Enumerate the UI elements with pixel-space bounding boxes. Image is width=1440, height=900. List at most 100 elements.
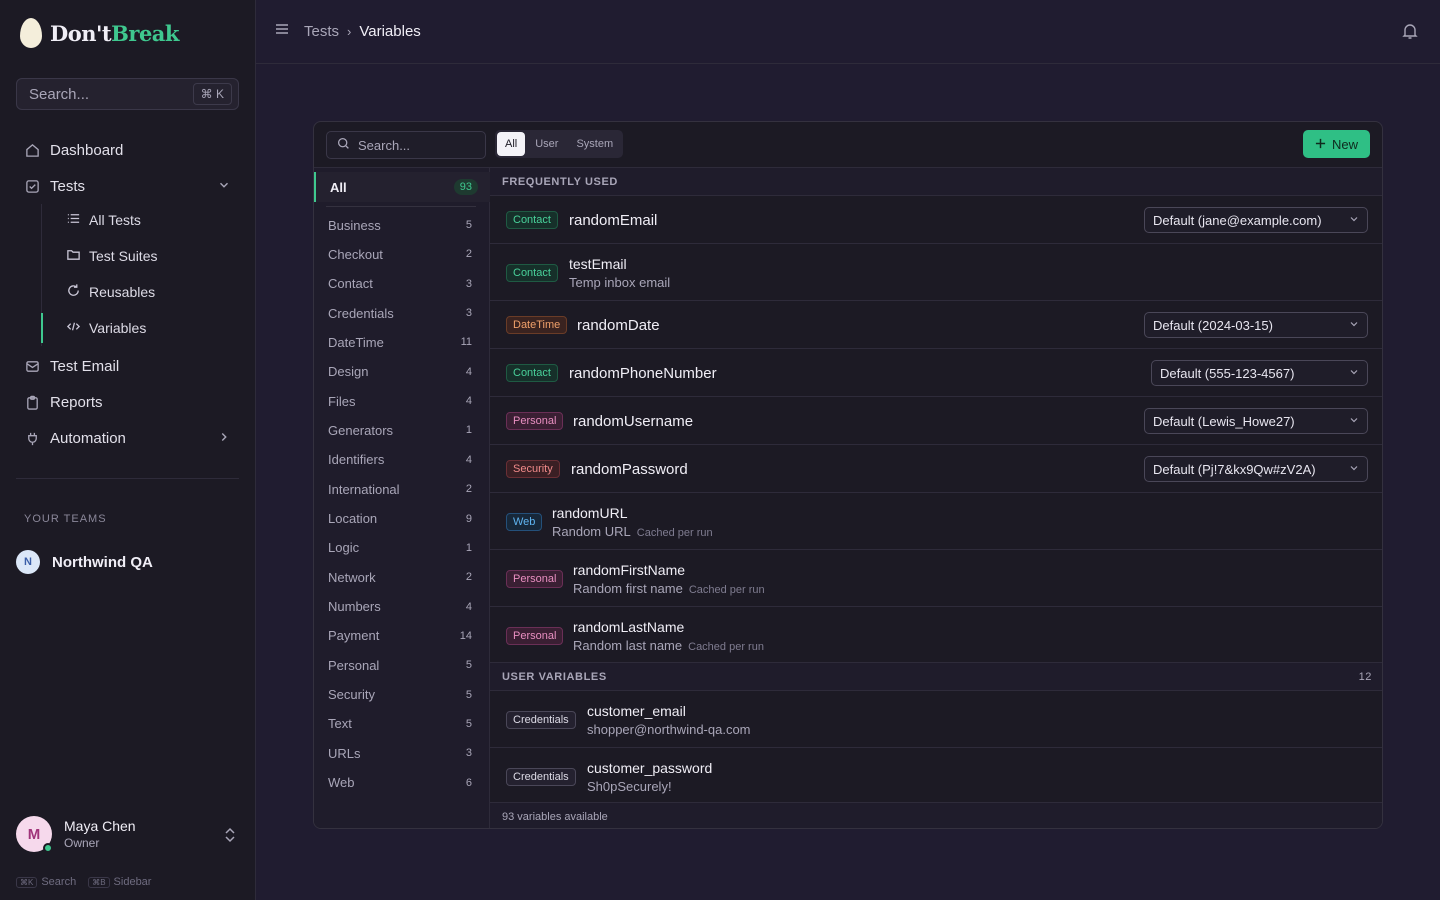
description-text: Random first name [573, 581, 683, 596]
nav-dashboard[interactable]: Dashboard [16, 135, 239, 165]
nav-label: Dashboard [50, 141, 124, 159]
list-item[interactable]: Personal randomUsername Default (Lewis_H… [490, 397, 1382, 445]
category-item[interactable]: Credentials 3 [328, 302, 478, 324]
category-label: Location [328, 511, 378, 526]
search-icon [337, 137, 350, 153]
sidebar-search-input[interactable]: Search... ⌘ K [16, 78, 239, 110]
nav-label: Reports [50, 393, 103, 411]
category-label: Numbers [328, 599, 381, 615]
category-count: 5 [465, 219, 472, 231]
list-item[interactable]: Contact testEmail Temp inbox email [490, 244, 1382, 301]
nav-reusables[interactable]: Reusables [58, 277, 238, 307]
variable-name: randomURL [552, 505, 628, 521]
default-value-select[interactable]: Default (jane@example.com) [1144, 207, 1368, 233]
category-item[interactable]: International 2 [328, 478, 478, 500]
nav-tests[interactable]: Tests [16, 171, 239, 201]
description-text: Random URL [552, 524, 631, 539]
search-shortcut: ⌘ K [192, 83, 232, 105]
new-variable-button[interactable]: New [1302, 130, 1370, 158]
default-value-select[interactable]: Default (2024-03-15) [1144, 312, 1368, 338]
cache-note: Cached per run [688, 641, 764, 653]
nav-variables[interactable]: Variables [58, 313, 238, 343]
category-item[interactable]: Logic 1 [328, 537, 478, 559]
category-item[interactable]: Business 5 [328, 214, 478, 236]
section-count: 12 [1358, 670, 1372, 683]
default-value-select[interactable]: Default (Lewis_Howe27) [1144, 408, 1368, 434]
breadcrumb-tests[interactable]: Tests [304, 23, 339, 40]
list-item[interactable]: Contact randomPhoneNumber Default (555-1… [490, 349, 1382, 397]
nav-test-suites[interactable]: Test Suites [58, 241, 238, 271]
logo[interactable]: Don'tBreak [20, 18, 179, 48]
nav-automation[interactable]: Automation [16, 423, 239, 453]
user-menu[interactable]: M Maya Chen Owner [16, 816, 136, 853]
list-item[interactable]: Contact randomEmail Default (jane@exampl… [490, 196, 1382, 244]
variable-search-input[interactable]: Search... [326, 131, 486, 159]
list-item[interactable]: Credentials customer_email shopper@north… [490, 691, 1382, 748]
chevron-down-icon [1348, 366, 1360, 381]
refresh-icon [66, 283, 81, 301]
variable-name: randomLastName [573, 619, 685, 635]
category-badge: Contact [506, 364, 558, 382]
category-label: Credentials [328, 305, 394, 321]
category-item[interactable]: URLs 3 [328, 742, 478, 764]
list-item[interactable]: DateTime randomDate Default (2024-03-15) [490, 301, 1382, 349]
category-badge: DateTime [506, 316, 568, 334]
default-value-select[interactable]: Default (Pj!7&kx9Qw#zV2A) [1144, 456, 1368, 482]
category-count: 93 [453, 179, 478, 195]
default-value-select[interactable]: Default (555-123-4567) [1151, 360, 1368, 386]
variable-name: customer_email [587, 703, 686, 719]
category-item[interactable]: Checkout 2 [328, 243, 478, 265]
category-count: 3 [465, 277, 472, 290]
category-count: 1 [465, 424, 472, 437]
variables-panel: Search... All User System New All 93 Bus… [313, 121, 1383, 829]
menu-icon[interactable] [274, 21, 290, 42]
chevron-right-icon[interactable] [217, 430, 231, 448]
category-item[interactable]: Network 2 [328, 566, 478, 588]
category-item[interactable]: Generators 1 [328, 419, 478, 441]
category-item[interactable]: DateTime 11 [328, 331, 478, 353]
nav-reports[interactable]: Reports [16, 387, 239, 417]
category-item[interactable]: Files 4 [328, 390, 478, 412]
category-item[interactable]: Security 5 [328, 684, 478, 706]
category-item[interactable]: Identifiers 4 [328, 449, 478, 471]
list-item[interactable]: Security randomPassword Default (Pj!7&kx… [490, 445, 1382, 493]
category-count: 2 [465, 248, 472, 261]
nav-test-email[interactable]: Test Email [16, 351, 239, 381]
chevron-up-down-icon[interactable] [224, 826, 236, 847]
nav-all-tests[interactable]: All Tests [58, 205, 238, 235]
filter-user[interactable]: User [527, 132, 566, 156]
nav-label: All Tests [89, 212, 141, 228]
list-item[interactable]: Personal randomLastName Random last name… [490, 607, 1382, 663]
category-item[interactable]: Design 4 [328, 361, 478, 383]
filter-system[interactable]: System [568, 132, 621, 156]
nav-label: Reusables [89, 284, 156, 300]
list-item[interactable]: Credentials customer_password Sh0pSecure… [490, 748, 1382, 802]
category-all[interactable]: All 93 [314, 172, 490, 202]
category-item[interactable]: Text 5 [328, 713, 478, 735]
category-item[interactable]: Numbers 4 [328, 596, 478, 618]
category-item[interactable]: Location 9 [328, 508, 478, 530]
category-label: Design [328, 364, 369, 380]
bell-icon[interactable] [1402, 22, 1418, 45]
category-count: 1 [465, 541, 472, 554]
section-user-variables: USER VARIABLES 12 [490, 663, 1382, 691]
category-divider [326, 206, 476, 207]
checkbox-icon [24, 178, 40, 194]
select-value: Default (Lewis_Howe27) [1153, 413, 1295, 429]
variable-value: Sh0pSecurely! [587, 779, 672, 794]
filter-all[interactable]: All [497, 132, 526, 156]
category-badge: Personal [506, 412, 564, 430]
team-item[interactable]: N Northwind QA [16, 550, 153, 574]
list-item[interactable]: Web randomURL Random URL Cached per run [490, 493, 1382, 550]
category-label: Checkout [328, 246, 383, 262]
select-value: Default (2024-03-15) [1153, 317, 1273, 333]
chevron-down-icon[interactable] [217, 178, 231, 196]
brand-name: Don'tBreak [50, 20, 179, 46]
breadcrumb-current: Variables [359, 23, 421, 40]
list-item[interactable]: Personal randomFirstName Random first na… [490, 550, 1382, 607]
category-item[interactable]: Payment 14 [328, 625, 478, 647]
category-item[interactable]: Web 6 [328, 772, 478, 794]
category-badge: Contact [506, 211, 558, 229]
category-item[interactable]: Contact 3 [328, 273, 478, 295]
category-item[interactable]: Personal 5 [328, 654, 478, 676]
